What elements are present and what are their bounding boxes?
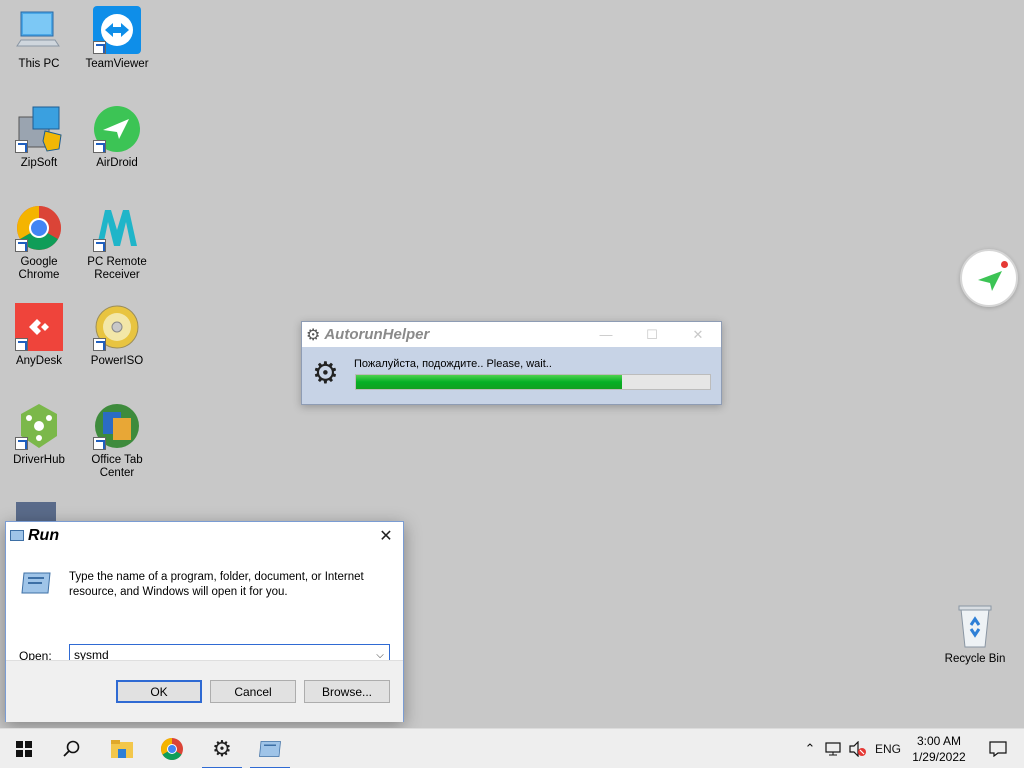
clock-time: 3:00 AM (916, 734, 962, 748)
file-explorer-icon (111, 740, 133, 758)
run-title-bar[interactable]: Run ✕ (6, 522, 403, 549)
windows-logo-icon (16, 741, 32, 757)
desktop-icon-label: ZipSoft (20, 157, 58, 169)
taskbar: ⚙ ⌃ ENG 3:00 AM 1/29/2022 (0, 728, 1024, 768)
run-program-icon (20, 571, 52, 595)
desktop-icon-teamviewer[interactable]: TeamViewer (78, 6, 156, 71)
zipsoft-icon (15, 105, 63, 153)
run-dialog: Run ✕ Type the name of a program, folder… (5, 521, 404, 722)
airdroid-icon (93, 105, 141, 153)
desktop-icon-label: Office Tab Center (91, 454, 143, 479)
desktop-icon-label: PowerISO (90, 355, 144, 367)
run-title: Run (28, 526, 60, 544)
progress-fill (356, 375, 622, 389)
shortcut-arrow-icon (15, 437, 28, 450)
desktop-icon-label: DriverHub (13, 454, 65, 466)
autorun-title: AutorunHelper (324, 326, 430, 343)
shortcut-arrow-icon (93, 140, 106, 153)
desktop-icon-office-tab-center[interactable]: Office Tab Center (78, 402, 156, 480)
shortcut-arrow-icon (93, 338, 106, 351)
ok-button[interactable]: OK (116, 680, 202, 703)
maximize-button[interactable]: ☐ (629, 327, 675, 343)
shortcut-arrow-icon (93, 437, 106, 450)
chevron-up-icon: ⌃ (804, 741, 816, 756)
gears-icon: ⚙ (212, 736, 232, 761)
autorun-title-bar[interactable]: ⚙ AutorunHelper — ☐ ✕ (302, 322, 721, 347)
desktop-icon-label: AnyDesk (15, 355, 63, 367)
network-icon (825, 742, 841, 756)
desktop-icon-poweriso[interactable]: PowerISO (78, 303, 156, 368)
run-icon (259, 741, 281, 757)
language-indicator[interactable]: ENG (872, 729, 904, 768)
browse-button[interactable]: Browse... (304, 680, 390, 703)
desktop-icon-google-chrome[interactable]: Google Chrome (0, 204, 78, 282)
desktop-icon-label: This PC (18, 58, 60, 70)
minimize-button[interactable]: — (583, 327, 629, 343)
poweriso-icon (93, 303, 141, 351)
clock-button[interactable]: 3:00 AM 1/29/2022 (906, 733, 972, 765)
autorun-helper-taskbar-button[interactable]: ⚙ (198, 729, 246, 768)
chrome-icon (15, 204, 63, 252)
run-taskbar-button[interactable] (246, 729, 294, 768)
gears-icon: ⚙ (312, 357, 339, 390)
shortcut-arrow-icon (15, 338, 28, 351)
desktop-icon-recycle-bin[interactable]: Recycle Bin (936, 601, 1014, 666)
airdroid-floating-bubble[interactable] (960, 249, 1018, 307)
run-app-icon (10, 530, 24, 541)
airdroid-send-icon (978, 271, 1002, 291)
run-button-bar: OK Cancel Browse... (6, 660, 403, 722)
desktop-icon-label: Recycle Bin (944, 653, 1006, 665)
close-button[interactable]: ✕ (675, 327, 721, 343)
desktop-icon-zipsoft[interactable]: ZipSoft (0, 105, 78, 170)
shortcut-arrow-icon (15, 239, 28, 252)
shortcut-arrow-icon (93, 41, 106, 54)
chrome-taskbar-button[interactable] (148, 729, 196, 768)
action-center-button[interactable] (978, 729, 1018, 768)
network-tray-button[interactable] (822, 729, 844, 768)
file-explorer-button[interactable] (98, 729, 146, 768)
search-button[interactable] (48, 729, 96, 768)
cancel-button[interactable]: Cancel (210, 680, 296, 703)
volume-muted-icon (849, 741, 866, 757)
shortcut-arrow-icon (15, 140, 28, 153)
recycle-bin-icon (951, 601, 999, 649)
driverhub-icon (15, 402, 63, 450)
shortcut-arrow-icon (93, 239, 106, 252)
close-icon[interactable]: ✕ (369, 522, 403, 549)
chrome-icon (161, 738, 183, 760)
notification-icon (989, 741, 1007, 757)
chevron-down-icon[interactable]: ⌵ (371, 650, 389, 661)
pc-remote-receiver-icon (93, 204, 141, 252)
clock-date: 1/29/2022 (912, 750, 966, 764)
desktop-icon-anydesk[interactable]: AnyDesk (0, 303, 78, 368)
notification-dot (1001, 261, 1008, 268)
desktop-icon-this-pc[interactable]: This PC (0, 6, 78, 71)
gears-icon: ⚙ (306, 326, 321, 344)
office-tab-center-icon (93, 402, 141, 450)
desktop-icon-label: Google Chrome (18, 256, 60, 281)
start-button[interactable] (0, 729, 48, 768)
desktop-icon-pc-remote-receiver[interactable]: PC Remote Receiver (78, 204, 156, 282)
desktop-icon-label: PC Remote Receiver (87, 256, 147, 281)
anydesk-icon (15, 303, 63, 351)
autorun-progress-bar (355, 374, 711, 390)
this-pc-icon (15, 6, 63, 54)
autorun-helper-window: ⚙ AutorunHelper — ☐ ✕ ⚙ Пожалуйста, подо… (301, 321, 722, 405)
show-hidden-icons-button[interactable]: ⌃ (800, 729, 820, 768)
desktop-icon-label: AirDroid (96, 157, 138, 169)
desktop-icon-airdroid[interactable]: AirDroid (78, 105, 156, 170)
desktop-icon-label: TeamViewer (85, 58, 149, 70)
desktop-icon-partial[interactable] (16, 502, 56, 521)
volume-tray-button[interactable] (846, 729, 870, 768)
desktop-icon-driverhub[interactable]: DriverHub (0, 402, 78, 467)
run-description: Type the name of a program, folder, docu… (69, 571, 364, 598)
teamviewer-icon (93, 6, 141, 54)
search-icon (63, 740, 80, 757)
autorun-message: Пожалуйста, подождите.. Please, wait.. (354, 358, 552, 370)
